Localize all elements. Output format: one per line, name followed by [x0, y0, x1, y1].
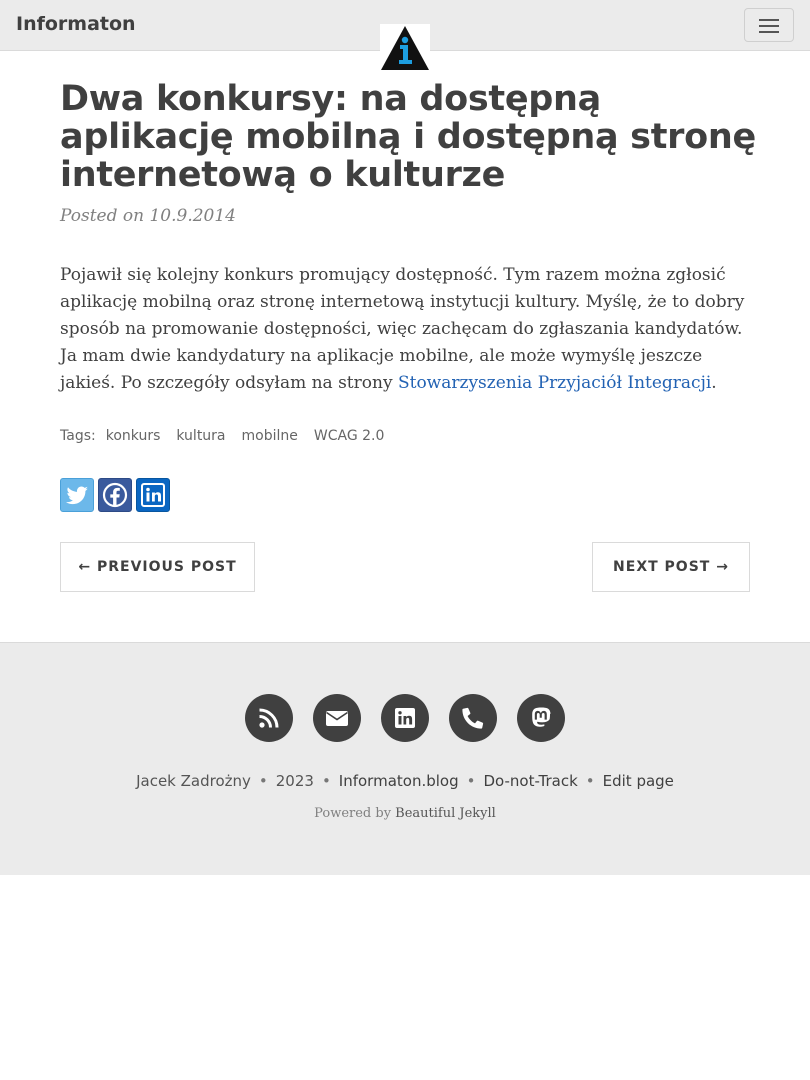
footer-site-link[interactable]: Informaton.blog [339, 772, 459, 790]
tags-label: Tags: [60, 428, 96, 444]
share-linkedin-button[interactable] [136, 478, 170, 512]
edit-page-link[interactable]: Edit page [603, 772, 674, 790]
linkedin-link[interactable] [381, 694, 429, 742]
phone-icon [462, 707, 484, 729]
post-title: Dwa konkursy: na dostępną aplikację mobi… [60, 79, 756, 195]
separator: • [258, 772, 268, 790]
social-links [0, 694, 810, 742]
email-link[interactable] [313, 694, 361, 742]
hamburger-menu-icon-line [759, 31, 779, 33]
mastodon-icon [532, 707, 551, 727]
footer-year: 2023 [275, 772, 314, 790]
separator: • [321, 772, 331, 790]
next-post-button[interactable]: NEXT POST → [592, 542, 750, 592]
phone-link[interactable] [449, 694, 497, 742]
tag-link[interactable]: mobilne [242, 428, 298, 444]
linkedin-icon [141, 483, 165, 507]
linkedin-icon [395, 708, 415, 728]
twitter-icon [66, 486, 88, 505]
tag-link[interactable]: kultura [176, 428, 225, 444]
info-logo-icon[interactable] [380, 24, 430, 70]
tag-link[interactable]: konkurs [106, 428, 161, 444]
facebook-icon [102, 482, 128, 508]
powered-by-prefix: Powered by [314, 806, 396, 821]
do-not-track-link[interactable]: Do-not-Track [483, 772, 577, 790]
beautiful-jekyll-link[interactable]: Beautiful Jekyll [395, 806, 496, 821]
footer-credits: Jacek Zadrożny • 2023 • Informaton.blog • Do-n… [0, 772, 810, 790]
post-date: Posted on 10.9.2014 [60, 206, 236, 226]
post-tags: Tags: konkurs kultura mobilne WCAG 2.0 [60, 428, 400, 444]
mastodon-link[interactable] [517, 694, 565, 742]
hamburger-menu-icon [759, 19, 779, 21]
navbar: Informaton [0, 0, 810, 70]
separator: • [466, 772, 476, 790]
share-twitter-button[interactable] [60, 478, 94, 512]
post-body-end: . [711, 373, 717, 393]
rss-link[interactable] [245, 694, 293, 742]
share-buttons [60, 478, 174, 512]
tag-link[interactable]: WCAG 2.0 [314, 428, 385, 444]
site-brand-link[interactable]: Informaton [16, 13, 136, 35]
footer: Jacek Zadrożny • 2023 • Informaton.blog • Do-n… [0, 642, 810, 875]
share-facebook-button[interactable] [98, 478, 132, 512]
rss-icon [259, 708, 279, 728]
email-icon [326, 711, 348, 726]
hamburger-menu-icon-line [759, 25, 779, 27]
powered-by: Powered by Beautiful Jekyll [0, 806, 810, 821]
integration-association-link[interactable]: Stowarzyszenia Przyjaciół Integracji [398, 373, 711, 393]
post-body: Pojawił się kolejny konkurs promujący do… [60, 262, 752, 397]
previous-post-button[interactable]: ← PREVIOUS POST [60, 542, 255, 592]
separator: • [585, 772, 595, 790]
footer-author: Jacek Zadrożny [136, 772, 251, 790]
hamburger-menu-button[interactable] [744, 8, 794, 42]
